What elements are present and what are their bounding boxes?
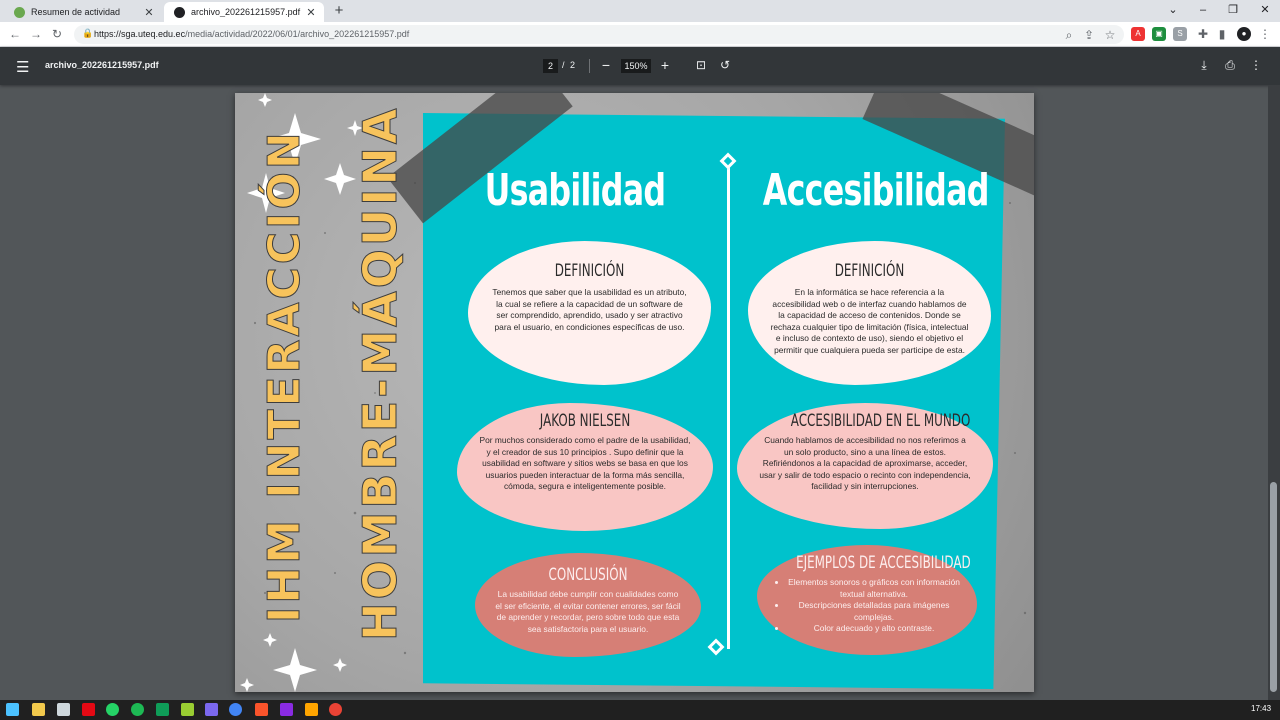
blob-heading: CONCLUSIÓN	[548, 565, 628, 585]
whatsapp-icon[interactable]	[106, 703, 119, 716]
close-tab-icon[interactable]: ✕	[142, 6, 156, 19]
profile-avatar[interactable]: ●	[1237, 27, 1251, 41]
scrollbar-thumb[interactable]	[1270, 482, 1277, 692]
new-tab-button[interactable]: +	[330, 2, 348, 20]
clock[interactable]: 17:43	[1251, 704, 1271, 713]
tab-pdf[interactable]: archivo_202261215957.pdf ✕	[164, 2, 324, 22]
chrome-icon[interactable]	[329, 703, 342, 716]
list-item: Descripciones detalladas para imágenes c…	[787, 600, 961, 623]
blob-text: La usabilidad debe cumplir con cualidade…	[495, 589, 681, 634]
browser-toolbar: ← → ↻ 🔒 https://sga.uteq.edu.ec/media/ac…	[0, 22, 1280, 47]
minimize-button[interactable]: –	[1188, 0, 1218, 22]
toolbar-divider	[589, 59, 590, 73]
hamburger-menu-icon[interactable]: ☰	[16, 58, 29, 76]
address-bar[interactable]: 🔒 https://sga.uteq.edu.ec/media/activida…	[74, 25, 1124, 44]
zoom-icon[interactable]: ⌕	[1060, 26, 1078, 44]
brave-icon[interactable]	[255, 703, 268, 716]
close-window-button[interactable]: ✕	[1250, 0, 1280, 22]
app-icon[interactable]	[156, 703, 169, 716]
extension-green-icon[interactable]: ▣	[1152, 27, 1166, 41]
calculator-icon[interactable]	[57, 703, 70, 716]
vertical-title-line-1: IHM INTERACCIÓN	[259, 129, 311, 624]
pdf-page: IHM INTERACCIÓN HOMBRE-MÁQUINA Usabilida…	[235, 93, 1034, 692]
sidepanel-icon[interactable]: ▮	[1213, 25, 1231, 43]
game-icon[interactable]	[205, 703, 218, 716]
zoom-input[interactable]: 150%	[621, 59, 651, 73]
more-options-icon[interactable]: ⋮	[1248, 57, 1264, 73]
reload-icon[interactable]: ↻	[48, 25, 66, 43]
blob-heading: JAKOB NIELSEN	[539, 411, 631, 431]
file-explorer-icon[interactable]	[32, 703, 45, 716]
rotate-icon[interactable]: ↺	[717, 57, 733, 73]
spotify-icon[interactable]	[131, 703, 144, 716]
netflix-icon[interactable]	[82, 703, 95, 716]
share-icon[interactable]: ⇪	[1080, 26, 1098, 44]
column-divider	[727, 163, 730, 649]
tab-title: archivo_202261215957.pdf	[191, 7, 301, 17]
blob-text: Tenemos que saber que la usabilidad es u…	[492, 287, 687, 332]
column-title-accesibilidad: Accesibilidad	[762, 165, 990, 216]
download-icon[interactable]: ⤓	[1196, 57, 1212, 73]
total-pages: 2	[570, 60, 576, 70]
taskbar: 17:43	[0, 700, 1280, 720]
blob-heading: ACCESIBILIDAD EN EL MUNDO	[790, 411, 971, 431]
app-icon[interactable]	[181, 703, 194, 716]
tab-title: Resumen de actividad	[31, 7, 121, 17]
site-favicon-icon	[14, 6, 25, 18]
app-icon[interactable]	[305, 703, 318, 716]
page-number-input[interactable]: 2	[543, 59, 558, 73]
zoom-in-icon[interactable]: +	[657, 56, 673, 74]
print-icon[interactable]: ⎙	[1222, 57, 1238, 73]
blob-heading: EJEMPLOS DE ACCESIBILIDAD	[796, 553, 971, 573]
extensions-puzzle-icon[interactable]: ✚	[1194, 25, 1212, 43]
tab-resumen[interactable]: Resumen de actividad ✕	[4, 2, 162, 22]
blob-text: En la informática se hace referencia a l…	[770, 287, 969, 355]
column-title-usabilidad: Usabilidad	[484, 165, 666, 216]
tab-strip: Resumen de actividad ✕ archivo_202261215…	[0, 0, 1280, 22]
blob-heading: DEFINICIÓN	[554, 261, 625, 281]
list-item: Elementos sonoros o gráficos con informa…	[787, 577, 961, 600]
blob-heading: DEFINICIÓN	[834, 261, 905, 281]
url-text: https://sga.uteq.edu.ec/media/actividad/…	[94, 29, 410, 39]
pdf-toolbar: ☰ archivo_202261215957.pdf 2 / 2 − 150% …	[0, 47, 1280, 85]
lock-icon: 🔒	[82, 28, 94, 38]
chrome-icon[interactable]	[229, 703, 242, 716]
extension-gray-icon[interactable]: S	[1173, 27, 1187, 41]
examples-list: Elementos sonoros o gráficos con informa…	[767, 577, 961, 635]
blob-text: Por muchos considerado como el padre de …	[479, 435, 691, 492]
tab-search-icon[interactable]: ⌄	[1158, 0, 1188, 22]
zoom-out-icon[interactable]: −	[598, 56, 614, 74]
menu-dots-icon[interactable]: ⋮	[1256, 25, 1274, 43]
restore-button[interactable]: ❐	[1218, 0, 1248, 22]
vertical-title-line-2: HOMBRE-MÁQUINA	[353, 105, 408, 641]
visual-studio-icon[interactable]	[280, 703, 293, 716]
extension-red-icon[interactable]: A	[1131, 27, 1145, 41]
page-separator: /	[562, 60, 565, 70]
pdf-filename: archivo_202261215957.pdf	[45, 60, 159, 70]
bookmark-star-icon[interactable]: ☆	[1101, 26, 1119, 44]
blob-text: Cuando hablamos de accesibilidad no nos …	[759, 435, 971, 492]
list-item: Color adecuado y alto contraste.	[787, 623, 961, 635]
forward-icon[interactable]: →	[27, 25, 45, 43]
close-tab-icon[interactable]: ✕	[304, 6, 318, 19]
globe-icon	[174, 6, 185, 18]
start-icon[interactable]	[6, 703, 19, 716]
fit-page-icon[interactable]: ⊡	[693, 57, 709, 73]
back-icon[interactable]: ←	[6, 25, 24, 43]
blob-accesibilidad-mundo: ACCESIBILIDAD EN EL MUNDO Cuando hablamo…	[737, 403, 993, 529]
